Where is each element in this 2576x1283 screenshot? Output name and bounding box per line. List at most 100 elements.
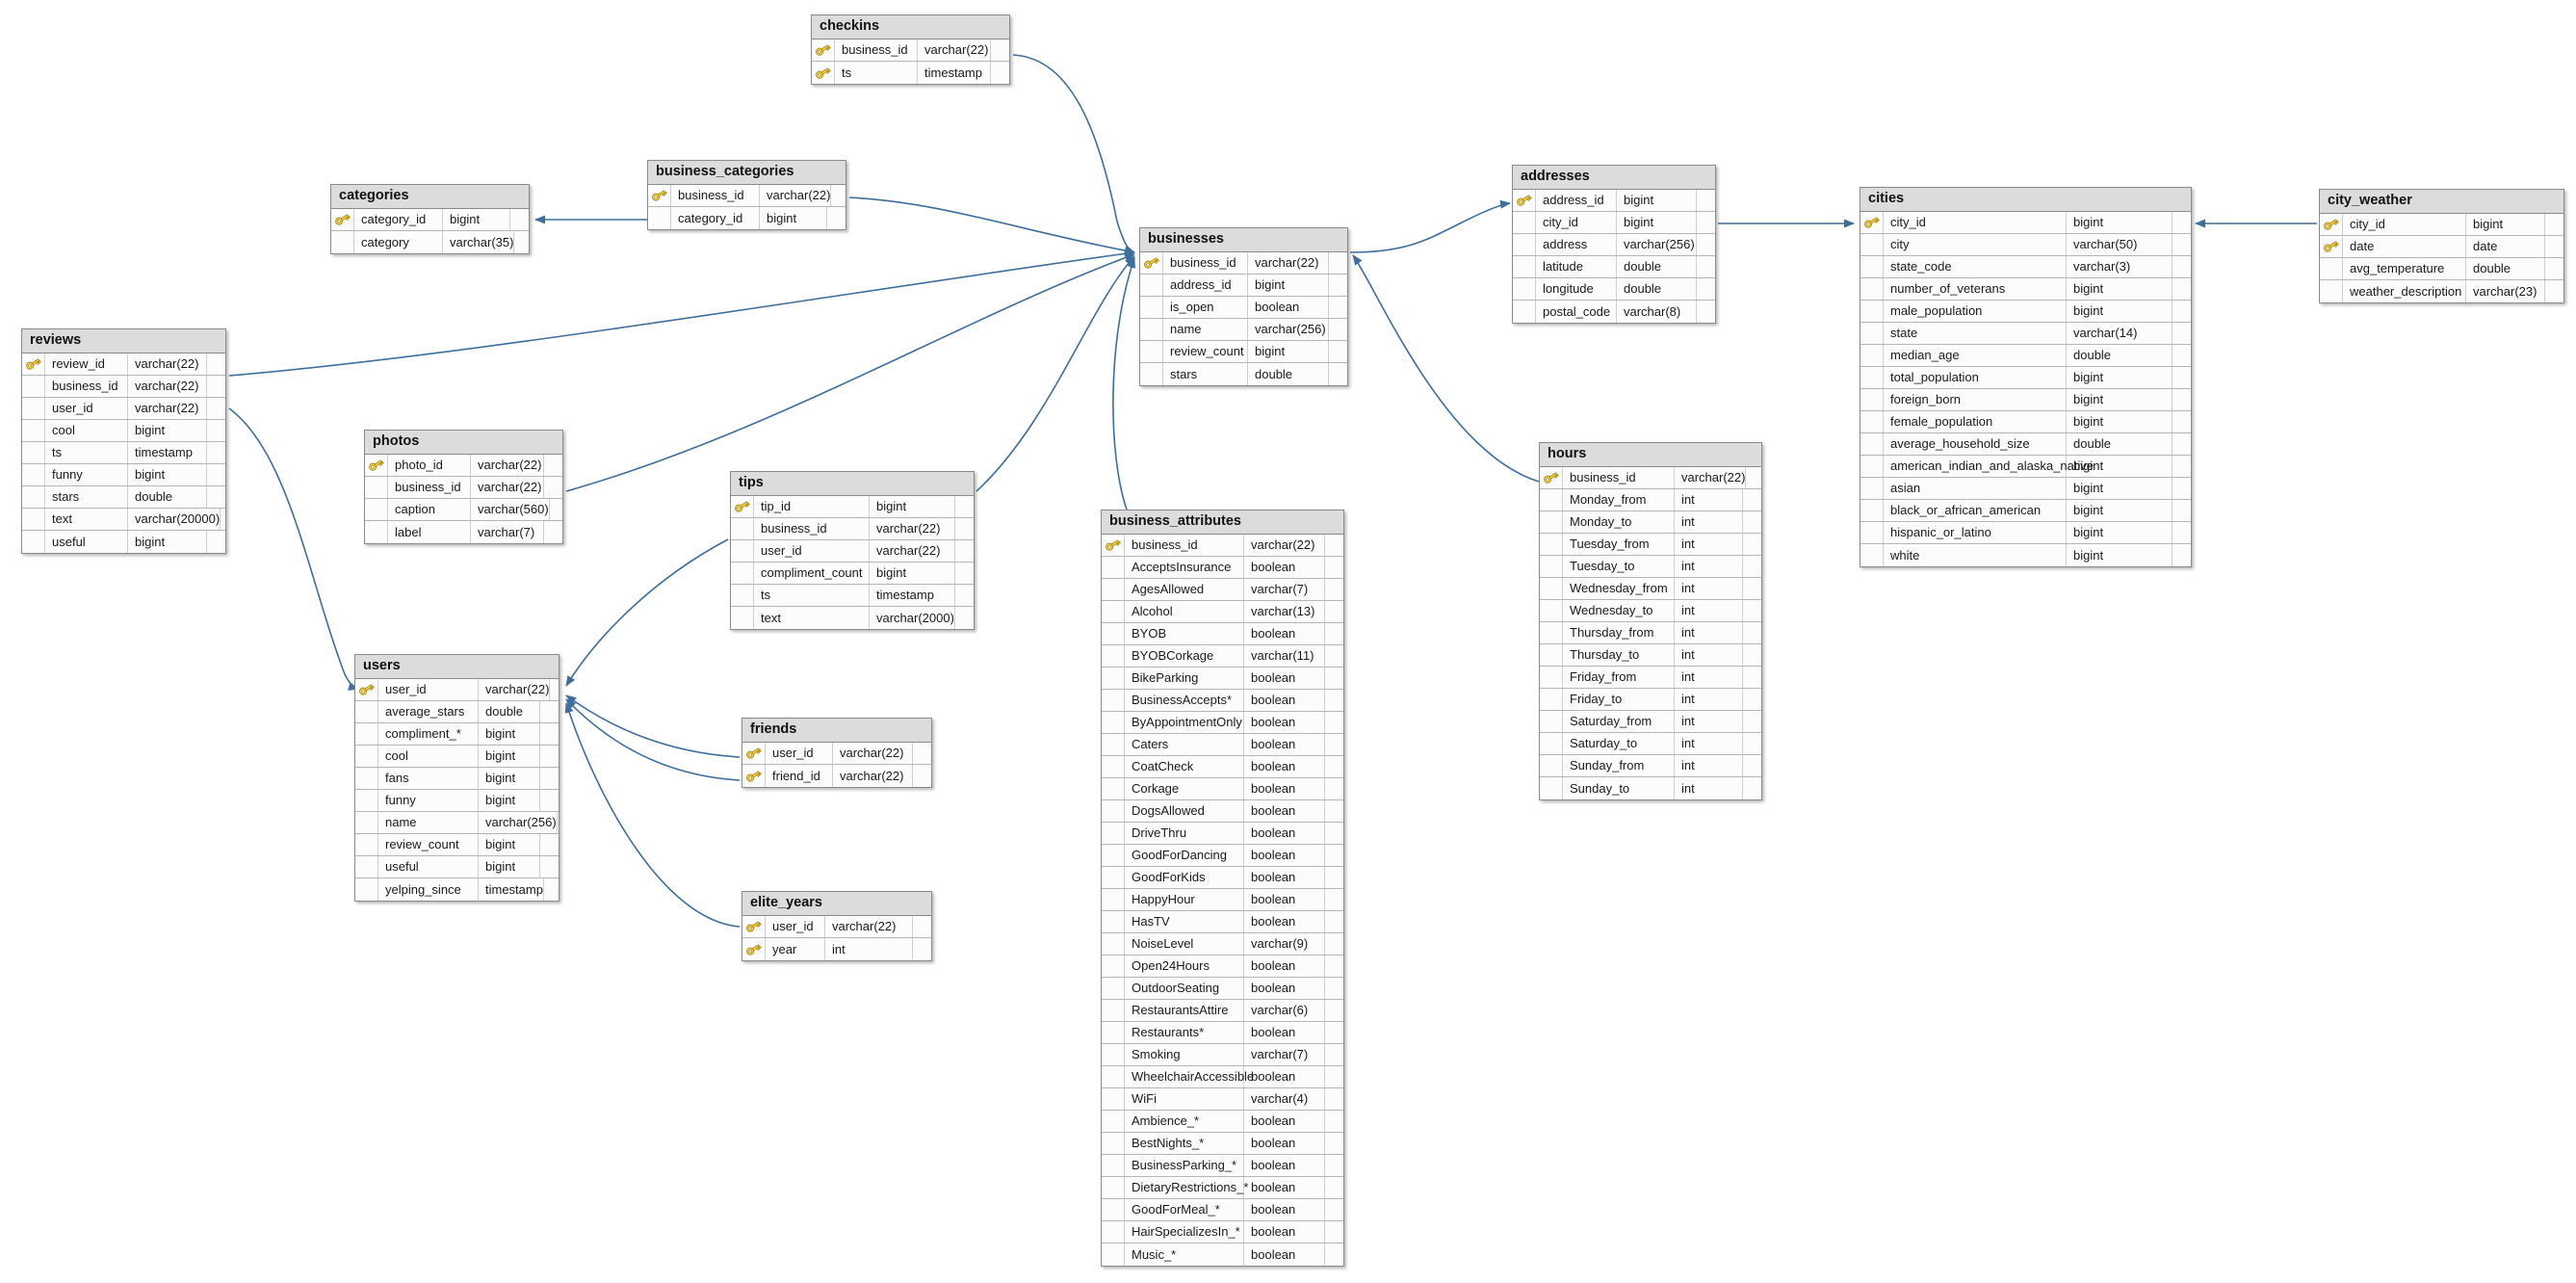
table-cities[interactable]: citiescity_idbigintcityvarchar(50)state_… xyxy=(1860,187,2192,567)
column-row[interactable]: male_populationbigint xyxy=(1860,301,2191,323)
column-row[interactable]: Restaurants*boolean xyxy=(1102,1022,1343,1044)
column-row[interactable]: textvarchar(2000) xyxy=(731,607,974,629)
column-row[interactable]: AcceptsInsuranceboolean xyxy=(1102,557,1343,579)
column-row[interactable]: tstimestamp xyxy=(731,585,974,607)
column-row[interactable]: AgesAllowedvarchar(7) xyxy=(1102,579,1343,601)
column-row[interactable]: business_idvarchar(22) xyxy=(365,477,562,499)
column-row[interactable]: tstimestamp xyxy=(812,62,1009,84)
column-row[interactable]: datedate xyxy=(2320,236,2563,258)
column-row[interactable]: tstimestamp xyxy=(22,442,225,464)
column-row[interactable]: BikeParkingboolean xyxy=(1102,668,1343,690)
column-row[interactable]: category_idbigint xyxy=(331,209,529,231)
column-row[interactable]: RestaurantsAttirevarchar(6) xyxy=(1102,1000,1343,1022)
column-row[interactable]: Alcoholvarchar(13) xyxy=(1102,601,1343,623)
column-row[interactable]: postal_codevarchar(8) xyxy=(1513,301,1715,323)
column-row[interactable]: whitebigint xyxy=(1860,544,2191,566)
column-row[interactable]: textvarchar(20000) xyxy=(22,509,225,531)
column-row[interactable]: OutdoorSeatingboolean xyxy=(1102,978,1343,1000)
column-row[interactable]: Saturday_fromint xyxy=(1540,711,1761,733)
column-row[interactable]: Friday_fromint xyxy=(1540,667,1761,689)
column-row[interactable]: user_idvarchar(22) xyxy=(22,398,225,420)
column-row[interactable]: BestNights_*boolean xyxy=(1102,1133,1343,1155)
column-row[interactable]: BYOBboolean xyxy=(1102,623,1343,645)
column-row[interactable]: BusinessAccepts*boolean xyxy=(1102,690,1343,712)
column-row[interactable]: funnybigint xyxy=(355,790,559,812)
column-row[interactable]: cityvarchar(50) xyxy=(1860,234,2191,256)
table-users[interactable]: usersuser_idvarchar(22)average_starsdoub… xyxy=(354,654,559,902)
column-row[interactable]: compliment_countbigint xyxy=(731,563,974,585)
table-hours[interactable]: hoursbusiness_idvarchar(22)Monday_fromin… xyxy=(1539,442,1762,800)
column-row[interactable]: DriveThruboolean xyxy=(1102,823,1343,845)
table-business_attributes[interactable]: business_attributesbusiness_idvarchar(22… xyxy=(1101,510,1344,1267)
column-row[interactable]: GoodForMeal_*boolean xyxy=(1102,1199,1343,1221)
column-row[interactable]: coolbigint xyxy=(355,746,559,768)
column-row[interactable]: usefulbigint xyxy=(355,856,559,878)
column-row[interactable]: review_countbigint xyxy=(1140,341,1347,363)
column-row[interactable]: BYOBCorkagevarchar(11) xyxy=(1102,645,1343,668)
table-elite_years[interactable]: elite_yearsuser_idvarchar(22)yearint xyxy=(742,891,932,961)
column-row[interactable]: starsdouble xyxy=(22,486,225,509)
column-row[interactable]: is_openboolean xyxy=(1140,297,1347,319)
column-row[interactable]: business_idvarchar(22) xyxy=(1102,535,1343,557)
column-row[interactable]: WheelchairAccessibleboolean xyxy=(1102,1066,1343,1088)
column-row[interactable]: Ambience_*boolean xyxy=(1102,1111,1343,1133)
table-business_categories[interactable]: business_categoriesbusiness_idvarchar(22… xyxy=(647,160,846,230)
column-row[interactable]: black_or_african_americanbigint xyxy=(1860,500,2191,522)
column-row[interactable]: labelvarchar(7) xyxy=(365,521,562,543)
column-row[interactable]: business_idvarchar(22) xyxy=(648,185,846,207)
column-row[interactable]: city_idbigint xyxy=(1860,212,2191,234)
table-friends[interactable]: friendsuser_idvarchar(22)friend_idvarcha… xyxy=(742,718,932,788)
column-row[interactable]: photo_idvarchar(22) xyxy=(365,455,562,477)
column-row[interactable]: Catersboolean xyxy=(1102,734,1343,756)
column-row[interactable]: business_idvarchar(22) xyxy=(22,376,225,398)
column-row[interactable]: starsdouble xyxy=(1140,363,1347,385)
table-city_weather[interactable]: city_weathercity_idbigintdatedateavg_tem… xyxy=(2319,189,2564,303)
column-row[interactable]: DogsAllowedboolean xyxy=(1102,800,1343,823)
column-row[interactable]: coolbigint xyxy=(22,420,225,442)
column-row[interactable]: friend_idvarchar(22) xyxy=(742,765,931,787)
column-row[interactable]: Thursday_toint xyxy=(1540,644,1761,667)
column-row[interactable]: hispanic_or_latinobigint xyxy=(1860,522,2191,544)
column-row[interactable]: tip_idbigint xyxy=(731,496,974,518)
column-row[interactable]: BusinessParking_*boolean xyxy=(1102,1155,1343,1177)
column-row[interactable]: namevarchar(256) xyxy=(355,812,559,834)
column-row[interactable]: average_starsdouble xyxy=(355,701,559,723)
column-row[interactable]: WiFivarchar(4) xyxy=(1102,1088,1343,1111)
column-row[interactable]: compliment_*bigint xyxy=(355,723,559,746)
column-row[interactable]: captionvarchar(560) xyxy=(365,499,562,521)
column-row[interactable]: review_countbigint xyxy=(355,834,559,856)
column-row[interactable]: foreign_bornbigint xyxy=(1860,389,2191,411)
column-row[interactable]: average_household_sizedouble xyxy=(1860,433,2191,456)
column-row[interactable]: HairSpecializesIn_*boolean xyxy=(1102,1221,1343,1244)
column-row[interactable]: Music_*boolean xyxy=(1102,1244,1343,1266)
column-row[interactable]: namevarchar(256) xyxy=(1140,319,1347,341)
column-row[interactable]: Monday_toint xyxy=(1540,511,1761,534)
column-row[interactable]: weather_descriptionvarchar(23) xyxy=(2320,280,2563,302)
column-row[interactable]: median_agedouble xyxy=(1860,345,2191,367)
column-row[interactable]: user_idvarchar(22) xyxy=(742,916,931,938)
column-row[interactable]: state_codevarchar(3) xyxy=(1860,256,2191,278)
column-row[interactable]: city_idbigint xyxy=(2320,214,2563,236)
column-row[interactable]: HappyHourboolean xyxy=(1102,889,1343,911)
column-row[interactable]: number_of_veteransbigint xyxy=(1860,278,2191,301)
column-row[interactable]: category_idbigint xyxy=(648,207,846,229)
column-row[interactable]: user_idvarchar(22) xyxy=(355,679,559,701)
column-row[interactable]: address_idbigint xyxy=(1140,275,1347,297)
column-row[interactable]: yelping_sincetimestamp xyxy=(355,878,559,901)
column-row[interactable]: Tuesday_fromint xyxy=(1540,534,1761,556)
table-reviews[interactable]: reviewsreview_idvarchar(22)business_idva… xyxy=(21,328,226,554)
column-row[interactable]: funnybigint xyxy=(22,464,225,486)
column-row[interactable]: fansbigint xyxy=(355,768,559,790)
column-row[interactable]: business_idvarchar(22) xyxy=(812,39,1009,62)
table-businesses[interactable]: businessesbusiness_idvarchar(22)address_… xyxy=(1139,227,1348,386)
column-row[interactable]: avg_temperaturedouble xyxy=(2320,258,2563,280)
column-row[interactable]: business_idvarchar(22) xyxy=(1540,467,1761,489)
column-row[interactable]: female_populationbigint xyxy=(1860,411,2191,433)
table-photos[interactable]: photosphoto_idvarchar(22)business_idvarc… xyxy=(364,430,563,544)
column-row[interactable]: user_idvarchar(22) xyxy=(742,743,931,765)
column-row[interactable]: yearint xyxy=(742,938,931,960)
column-row[interactable]: review_idvarchar(22) xyxy=(22,353,225,376)
column-row[interactable]: DietaryRestrictions_*boolean xyxy=(1102,1177,1343,1199)
column-row[interactable]: CoatCheckboolean xyxy=(1102,756,1343,778)
table-addresses[interactable]: addressesaddress_idbigintcity_idbigintad… xyxy=(1512,165,1716,324)
